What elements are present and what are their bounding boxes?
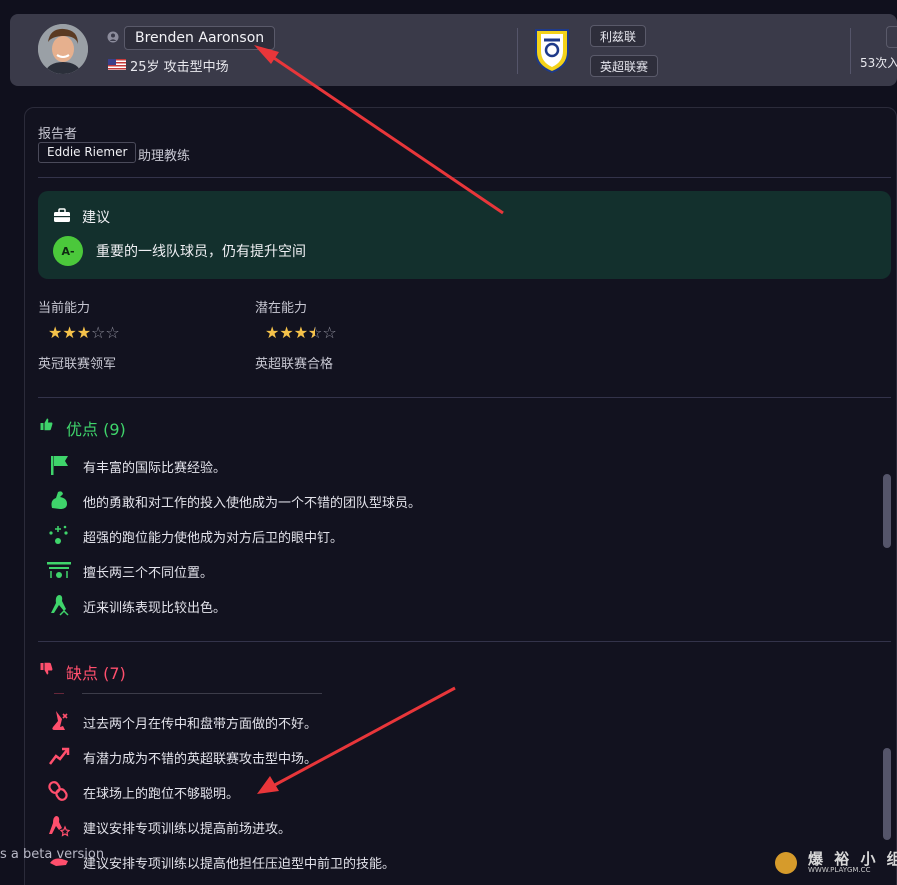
potential-ability-label: 潜在能力 <box>255 301 308 316</box>
pros-item-text: 擅长两三个不同位置。 <box>83 566 214 581</box>
cons-item-text: 建议安排专项训练以提高前场进攻。 <box>83 822 292 837</box>
player-avatar <box>38 24 88 74</box>
trend-icon <box>49 747 70 765</box>
person-icon <box>107 31 119 43</box>
training-icon <box>51 595 69 616</box>
leeds-crest-icon <box>535 29 569 74</box>
scrolled-item-fragment <box>54 686 324 694</box>
attack-training-icon <box>49 816 71 837</box>
pros-scrollbar[interactable] <box>883 474 891 548</box>
cons-item-text: 过去两个月在传中和盘带方面做的不好。 <box>83 717 318 732</box>
current-ability-stars: ★★★☆☆ <box>48 323 120 342</box>
list-item: 他的勇敢和对工作的投入使他成为一个不错的团队型球员。 <box>46 488 466 512</box>
pros-item-text: 超强的跑位能力使他成为对方后卫的眼中钉。 <box>83 531 344 546</box>
reporter-name[interactable]: Eddie Riemer <box>38 142 137 163</box>
divider <box>38 177 891 178</box>
list-item: 超强的跑位能力使他成为对方后卫的眼中钉。 <box>46 523 466 547</box>
link-icon <box>48 781 68 801</box>
recommendation-title: 建议 <box>82 210 110 226</box>
player-name[interactable]: Brenden Aaronson <box>124 26 276 50</box>
divider <box>38 641 891 642</box>
pros-item-text: 近来训练表现比较出色。 <box>83 601 227 616</box>
header-stat-box <box>886 26 897 48</box>
current-ability-desc: 英冠联赛领军 <box>38 357 117 372</box>
muscle-icon <box>51 491 67 509</box>
player-header-bar: Brenden Aaronson 25岁 攻击型中场 利兹联 英超联赛 53次入 <box>10 14 897 86</box>
positions-icon <box>47 562 71 578</box>
list-item: 有潜力成为不错的英超联赛攻击型中场。 <box>46 744 466 768</box>
thumbs-down-icon <box>40 662 53 675</box>
player-age-position: 25岁 攻击型中场 <box>130 60 229 75</box>
star-empty-icon: ☆ <box>105 323 120 342</box>
club-tag[interactable]: 利兹联 <box>590 25 647 47</box>
star-full-icon: ★ <box>279 323 294 342</box>
star-full-icon: ★ <box>76 323 92 342</box>
watermark-logo-icon <box>775 852 797 874</box>
flag-icon <box>51 456 68 475</box>
star-full-icon: ★ <box>293 323 309 342</box>
potential-ability-desc: 英超联赛合格 <box>255 357 334 372</box>
list-item: 建议安排专项训练以提高前场进攻。 <box>46 814 466 838</box>
movement-icon <box>49 525 68 544</box>
list-item: 擅长两三个不同位置。 <box>46 558 466 582</box>
grade-badge: A- <box>53 236 83 266</box>
star-full-icon: ★ <box>48 323 63 342</box>
reporter-role: 助理教练 <box>138 149 191 164</box>
cons-item-text: 有潜力成为不错的英超联赛攻击型中场。 <box>83 752 318 767</box>
appearances-count: 53次入 <box>860 56 897 70</box>
briefcase-icon <box>54 208 70 222</box>
potential-ability-stars: ★★★☆ ★ ☆ <box>265 323 337 342</box>
list-item: 有丰富的国际比赛经验。 <box>46 453 466 477</box>
star-full-icon: ★ <box>265 323 280 342</box>
usa-flag-icon <box>108 59 126 70</box>
beta-version-text: s a beta version <box>0 847 105 862</box>
pros-title: 优点 (9) <box>66 420 126 439</box>
recommendation-box: 建议 A- 重要的一线队球员，仍有提升空间 <box>38 191 891 279</box>
star-full-icon: ★ <box>62 323 77 342</box>
league-tag[interactable]: 英超联赛 <box>590 55 659 77</box>
cons-scrollbar[interactable] <box>883 748 891 840</box>
pros-item-text: 他的勇敢和对工作的投入使他成为一个不错的团队型球员。 <box>83 496 422 511</box>
divider <box>38 397 891 398</box>
list-item: 建议安排专项训练以提高他担任压迫型中前卫的技能。 <box>46 849 466 873</box>
current-ability-label: 当前能力 <box>38 301 91 316</box>
star-empty-icon: ☆ <box>91 323 106 342</box>
header-divider <box>517 28 518 74</box>
cons-item-text: 建议安排专项训练以提高他担任压迫型中前卫的技能。 <box>83 857 396 872</box>
star-half-icon: ☆ ★ <box>308 323 323 342</box>
thumbs-up-icon <box>40 418 53 431</box>
cons-title: 缺点 (7) <box>66 664 126 683</box>
header-divider-2 <box>850 28 851 74</box>
recommendation-text: 重要的一线队球员，仍有提升空间 <box>96 244 306 260</box>
cons-item-text: 在球场上的跑位不够聪明。 <box>83 787 240 802</box>
pros-item-text: 有丰富的国际比赛经验。 <box>83 461 227 476</box>
list-item: 近来训练表现比较出色。 <box>46 593 466 617</box>
list-item: 过去两个月在传中和盘带方面做的不好。 <box>46 709 466 733</box>
watermark-url: WWW.PLAYGM.CC <box>808 866 871 874</box>
crossing-icon <box>52 711 68 730</box>
star-empty-icon: ☆ <box>322 323 337 342</box>
list-item: 在球场上的跑位不够聪明。 <box>46 779 466 803</box>
reporter-label: 报告者 <box>38 127 78 142</box>
